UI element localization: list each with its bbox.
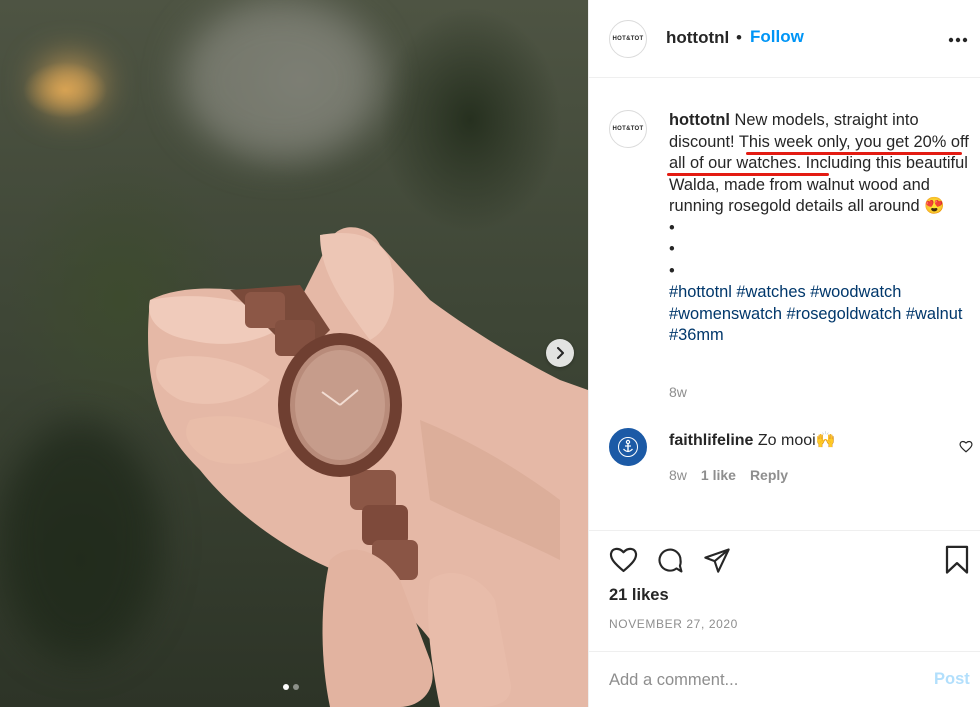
carousel-next-button[interactable] <box>546 339 574 367</box>
caption-username[interactable]: hottotnl <box>669 111 730 129</box>
comment-timestamp[interactable]: 8w <box>669 467 687 483</box>
reply-button[interactable]: Reply <box>750 467 788 483</box>
hands-holding-watch <box>148 227 588 707</box>
caption-avatar[interactable]: HOT&TOT <box>609 110 647 148</box>
comment-text: Zo mooi🙌 <box>757 432 836 449</box>
commenter-avatar[interactable] <box>609 428 647 466</box>
caption-hashtags[interactable]: #hottotnl #watches #woodwatch #womenswat… <box>669 283 962 344</box>
post-actions: 21 likes NOVEMBER 27, 2020 Post <box>589 530 980 707</box>
caption-bullet: • <box>669 218 675 237</box>
header-separator: • <box>736 28 742 47</box>
carousel-dot <box>293 684 299 690</box>
caption-highlight-1: This week only, you get 20% <box>738 132 947 151</box>
share-send-icon[interactable] <box>703 546 731 574</box>
comment-bubble-icon[interactable] <box>656 546 684 574</box>
post-side-panel: HOT&TOT hottotnl • Follow HOT&TOT hottot… <box>588 0 980 707</box>
comment-likes[interactable]: 1 like <box>701 467 736 483</box>
comment-meta: 8w 1 like Reply <box>669 467 788 483</box>
caption-bullet: • <box>669 261 675 280</box>
author-avatar[interactable]: HOT&TOT <box>609 20 647 58</box>
brand-logo-text: HOT&TOT <box>612 126 644 132</box>
post-caption: hottotnl New models, straight into disco… <box>669 110 969 347</box>
comment-composer: Post <box>589 651 980 707</box>
post-photo[interactable] <box>0 0 588 707</box>
more-options-icon[interactable] <box>948 30 968 50</box>
likes-count[interactable]: 21 likes <box>609 586 669 605</box>
author-username[interactable]: hottotnl <box>666 28 729 48</box>
post-header: HOT&TOT hottotnl • Follow <box>589 0 980 78</box>
like-heart-icon[interactable] <box>609 546 638 573</box>
carousel-indicator <box>283 684 299 690</box>
post-comment-button[interactable]: Post <box>934 670 970 689</box>
chevron-right-icon <box>557 347 564 359</box>
comment: faithlifeline Zo mooi🙌 <box>669 430 836 450</box>
comment-like-heart-icon[interactable] <box>959 440 973 453</box>
follow-button[interactable]: Follow <box>750 27 804 47</box>
brand-logo-text: HOT&TOT <box>612 36 644 42</box>
add-comment-input[interactable] <box>609 668 909 692</box>
post-date[interactable]: NOVEMBER 27, 2020 <box>609 617 738 631</box>
highlight-underline <box>667 173 829 176</box>
save-bookmark-icon[interactable] <box>944 545 970 575</box>
highlight-underline <box>746 152 962 155</box>
anchor-icon <box>618 437 638 457</box>
caption-bullet: • <box>669 240 675 258</box>
caption-timestamp[interactable]: 8w <box>669 384 687 400</box>
comment-username[interactable]: faithlifeline <box>669 432 753 449</box>
carousel-dot <box>283 684 289 690</box>
